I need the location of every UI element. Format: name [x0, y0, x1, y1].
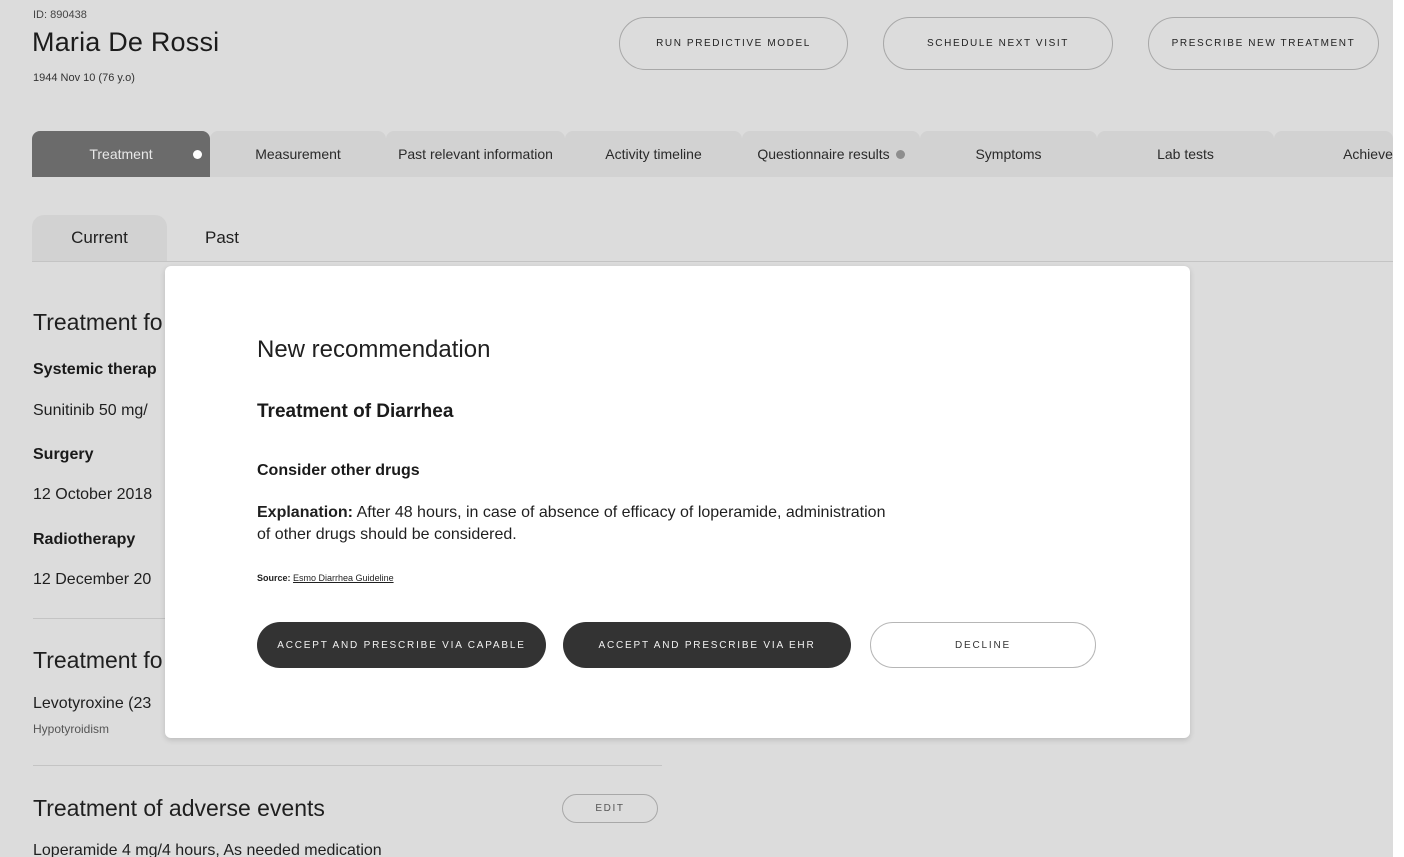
subtab-divider	[32, 261, 1393, 262]
patient-screen: ID: 890438 Maria De Rossi 1944 Nov 10 (7…	[0, 0, 1393, 857]
prescribe-new-treatment-button[interactable]: PRESCRIBE NEW TREATMENT	[1148, 17, 1379, 70]
main-tabs: Treatment Measurement Past relevant info…	[32, 131, 1393, 177]
modal-subtitle: Treatment of Diarrhea	[257, 401, 454, 422]
tab-label: Past relevant information	[398, 146, 553, 162]
tab-label: Treatment	[89, 146, 153, 162]
notification-dot-icon	[895, 149, 905, 159]
surgery-text: 12 October 2018	[33, 486, 153, 503]
surgery-title: Surgery	[33, 446, 94, 463]
edit-button[interactable]: EDIT	[562, 794, 658, 823]
tab-label: Symptoms	[975, 146, 1042, 162]
notification-dot-icon	[193, 150, 202, 159]
subtab-current[interactable]: Current	[32, 215, 167, 261]
decline-button[interactable]: DECLINE	[870, 622, 1096, 668]
recommendation-text: Consider other drugs	[257, 462, 420, 479]
source-link[interactable]: Esmo Diarrhea Guideline	[293, 573, 394, 583]
explanation-label: Explanation:	[257, 504, 354, 521]
tab-activity-timeline[interactable]: Activity timeline	[565, 131, 742, 177]
section-title-treatment-2: Treatment fo	[33, 647, 163, 673]
patient-dob: 1944 Nov 10 (76 y.o)	[33, 72, 135, 84]
radiotherapy-text: 12 December 20	[33, 571, 152, 588]
tab-treatment[interactable]: Treatment	[32, 131, 210, 177]
tab-label: Activity timeline	[605, 146, 702, 162]
source: Source: Esmo Diarrhea Guideline	[257, 573, 394, 583]
recommendation-modal: New recommendation Treatment of Diarrhea…	[165, 266, 1190, 738]
section-title-treatment: Treatment fo	[33, 309, 163, 335]
run-predictive-model-button[interactable]: RUN PREDICTIVE MODEL	[619, 17, 848, 70]
subtab-past[interactable]: Past	[196, 215, 248, 261]
section-title-adverse-events: Treatment of adverse events	[33, 795, 325, 821]
tab-questionnaire-results[interactable]: Questionnaire results	[742, 131, 920, 177]
accept-prescribe-ehr-button[interactable]: ACCEPT AND PRESCRIBE VIA EHR	[563, 622, 851, 668]
tab-measurement[interactable]: Measurement	[210, 131, 386, 177]
loperamide-text: Loperamide 4 mg/4 hours, As needed medic…	[33, 842, 382, 857]
tab-past-relevant-information[interactable]: Past relevant information	[386, 131, 565, 177]
schedule-next-visit-button[interactable]: SCHEDULE NEXT VISIT	[883, 17, 1113, 70]
tab-lab-tests[interactable]: Lab tests	[1097, 131, 1274, 177]
tab-label: Measurement	[255, 146, 341, 162]
patient-name: Maria De Rossi	[32, 27, 220, 57]
source-label: Source:	[257, 573, 291, 583]
tab-label: Achievements	[1343, 146, 1393, 162]
patient-id: ID: 890438	[33, 9, 87, 21]
tab-label: Lab tests	[1157, 146, 1214, 162]
systemic-therapy-text: Sunitinib 50 mg/	[33, 402, 148, 419]
systemic-therapy-title: Systemic therap	[33, 361, 157, 378]
radiotherapy-title: Radiotherapy	[33, 531, 136, 548]
levotyroxine-text: Levotyroxine (23	[33, 695, 152, 712]
explanation: Explanation: After 48 hours, in case of …	[257, 502, 897, 546]
tab-label: Questionnaire results	[757, 146, 890, 162]
accept-prescribe-capable-button[interactable]: ACCEPT AND PRESCRIBE VIA CAPABLE	[257, 622, 546, 668]
section-divider	[33, 765, 662, 766]
tab-symptoms[interactable]: Symptoms	[920, 131, 1097, 177]
modal-title: New recommendation	[257, 336, 491, 363]
levotyroxine-condition: Hypotyroidism	[33, 722, 110, 736]
tab-achievements[interactable]: Achievements	[1274, 131, 1393, 177]
